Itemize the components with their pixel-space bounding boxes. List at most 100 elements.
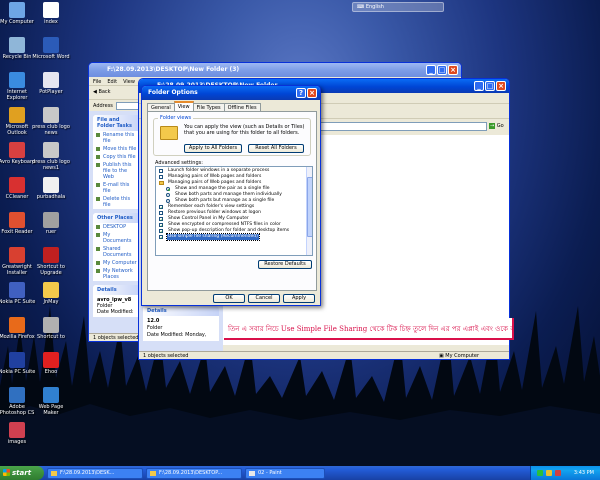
desktop-icon-label: press club logo news xyxy=(32,124,70,136)
file-task-link[interactable]: Delete this file xyxy=(93,195,141,209)
photoshop-icon xyxy=(9,387,25,403)
menu-edit[interactable]: Edit xyxy=(107,79,117,85)
desktop-icon[interactable]: CCleaner xyxy=(0,177,36,200)
desktop-icon[interactable]: Foxit Reader xyxy=(0,212,36,235)
desktop-icon[interactable]: PotPlayer xyxy=(32,72,70,95)
menu-file[interactable]: File xyxy=(93,79,101,85)
radio-selected[interactable] xyxy=(166,187,170,191)
desktop-icon-label: Adobe Photoshop CS xyxy=(0,404,35,416)
checkbox-unchecked[interactable] xyxy=(159,169,163,173)
file-task-link[interactable]: Copy this file xyxy=(93,153,141,161)
minimize-button[interactable]: _ xyxy=(426,65,436,75)
desktop-icon[interactable]: purbadhala xyxy=(32,177,70,200)
taskbar-button[interactable]: 02 - Paint xyxy=(245,467,325,479)
checkbox-checked[interactable]: ✓ xyxy=(159,223,163,228)
other-place-link[interactable]: My Documents xyxy=(93,231,141,245)
go-button[interactable]: → Go xyxy=(489,122,507,131)
desktop-icon[interactable]: Adobe Photoshop CS xyxy=(0,387,36,416)
desktop-icon-label: Shortcut to xyxy=(37,334,65,340)
tab-offline-files[interactable]: Offline Files xyxy=(223,103,261,111)
desktop-icon[interactable]: Microsoft Outlook xyxy=(0,107,36,136)
desktop-icon[interactable]: Shortcut to Upgrade xyxy=(32,247,70,276)
ok-button[interactable]: OK xyxy=(213,294,245,303)
other-place-link[interactable]: My Network Places xyxy=(93,267,141,281)
desktop-icon[interactable]: Microsoft Word xyxy=(32,37,70,60)
front-address-input[interactable] xyxy=(319,122,487,131)
desktop-icon[interactable]: ruer xyxy=(32,212,70,235)
other-places-header[interactable]: Other Places xyxy=(93,213,141,223)
minimize-button[interactable]: _ xyxy=(474,81,484,91)
front-details-box: Details 12.0 Folder Date Modified: Monda… xyxy=(143,306,219,341)
file-task-link[interactable]: E-mail this file xyxy=(93,181,141,195)
advanced-settings-list[interactable]: Launch folder windows in a separate proc… xyxy=(155,166,313,256)
apply-to-all-folders-button[interactable]: Apply to All Folders xyxy=(184,144,242,153)
desktop-icon[interactable]: Avro Keyboard xyxy=(0,142,36,165)
checkbox-unchecked[interactable] xyxy=(159,175,163,179)
clock[interactable]: 3:43 PM xyxy=(574,470,594,476)
close-button[interactable]: × xyxy=(448,65,458,75)
language-bar[interactable]: ⌨ English xyxy=(352,2,444,12)
close-button[interactable]: × xyxy=(307,88,317,98)
desktop-icon-label: Microsoft Outlook xyxy=(5,124,29,136)
taskbar-button[interactable]: F:\28.09.2013\DESK... xyxy=(47,467,143,479)
desktop-icon[interactable]: JnMay xyxy=(32,282,70,305)
desktop-icon[interactable]: Ehoo xyxy=(32,352,70,375)
desktop-icon[interactable]: press club logo news xyxy=(32,107,70,136)
help-button[interactable]: ? xyxy=(296,88,306,98)
apply-button[interactable]: Apply xyxy=(283,294,315,303)
tab-file-types[interactable]: File Types xyxy=(192,103,225,111)
scrollbar-thumb[interactable] xyxy=(307,177,312,237)
desktop-icon[interactable]: Web Page Maker xyxy=(32,387,70,416)
desktop-icon[interactable]: Mozilla Firefox xyxy=(0,317,36,340)
close-button[interactable]: × xyxy=(496,81,506,91)
radio-unselected[interactable] xyxy=(166,199,170,203)
folder-options-dialog[interactable]: Folder Options ? × General View File Types O… xyxy=(141,85,321,306)
desktop-icon-label: Mozilla Firefox xyxy=(0,334,35,340)
desktop-icon[interactable]: Greatwright Installer xyxy=(0,247,36,276)
checkbox-checked[interactable]: ✓ xyxy=(159,205,163,210)
volume-icon[interactable] xyxy=(546,470,552,476)
tab-general[interactable]: General xyxy=(147,103,175,111)
file-task-link[interactable]: Move this file xyxy=(93,145,141,153)
radio-unselected[interactable] xyxy=(166,193,170,197)
desktop-icon[interactable]: Nokia PC Suite xyxy=(0,352,36,375)
checkbox-checked[interactable]: ✓ xyxy=(159,235,163,240)
desktop-icon[interactable]: index xyxy=(32,2,70,25)
menu-view[interactable]: View xyxy=(123,79,135,85)
other-place-link[interactable]: DESKTOP xyxy=(93,223,141,231)
checkbox-checked[interactable]: ✓ xyxy=(159,217,163,222)
network-icon[interactable] xyxy=(537,470,543,476)
file-task-link[interactable]: Rename this file xyxy=(93,131,141,145)
details-header[interactable]: Details xyxy=(93,285,141,295)
desktop-icon[interactable]: My Computer xyxy=(0,2,36,25)
desktop-icon[interactable]: images xyxy=(0,422,36,445)
desktop-icon[interactable]: Internet Explorer xyxy=(0,72,36,101)
file-tasks-header[interactable]: File and Folder Tasks xyxy=(93,115,141,131)
maximize-button[interactable]: □ xyxy=(437,65,447,75)
dialog-titlebar[interactable]: Folder Options ? × xyxy=(142,86,320,100)
security-icon[interactable] xyxy=(555,470,561,476)
start-button[interactable]: start xyxy=(0,466,44,480)
taskbar-button[interactable]: F:\28.09.2013\DESKTOP... xyxy=(146,467,242,479)
file-task-link[interactable]: Publish this file to the Web xyxy=(93,161,141,181)
explorer-back-titlebar[interactable]: F:\28.09.2013\DESKTOP\New Folder (3) _ □ × xyxy=(89,63,461,77)
other-place-link[interactable]: Shared Documents xyxy=(93,245,141,259)
folder-icon xyxy=(43,282,59,298)
cancel-button[interactable]: Cancel xyxy=(248,294,280,303)
tab-view[interactable]: View xyxy=(173,101,194,111)
setting-row[interactable]: ✓ Use simple file sharing (Recommended) xyxy=(156,233,312,241)
desktop-icon[interactable]: Shortcut to xyxy=(32,317,70,340)
desktop-icon[interactable]: Recycle Bin xyxy=(0,37,36,60)
desktop-icon[interactable]: press club logo news1 xyxy=(32,142,70,171)
maximize-button[interactable]: □ xyxy=(485,81,495,91)
reset-all-folders-button[interactable]: Reset All Folders xyxy=(248,144,304,153)
status-text: 1 objects selected xyxy=(143,353,189,359)
checkbox-unchecked[interactable] xyxy=(159,211,163,215)
restore-defaults-button[interactable]: Restore Defaults xyxy=(258,260,312,269)
checkbox-checked[interactable]: ✓ xyxy=(159,229,163,234)
back-button[interactable]: ◀ Back xyxy=(93,89,111,95)
details-header[interactable]: Details xyxy=(143,306,219,316)
desktop-icon[interactable]: Nokia PC Suite xyxy=(0,282,36,305)
settings-scrollbar[interactable] xyxy=(306,167,312,255)
other-place-link[interactable]: My Computer xyxy=(93,259,141,267)
